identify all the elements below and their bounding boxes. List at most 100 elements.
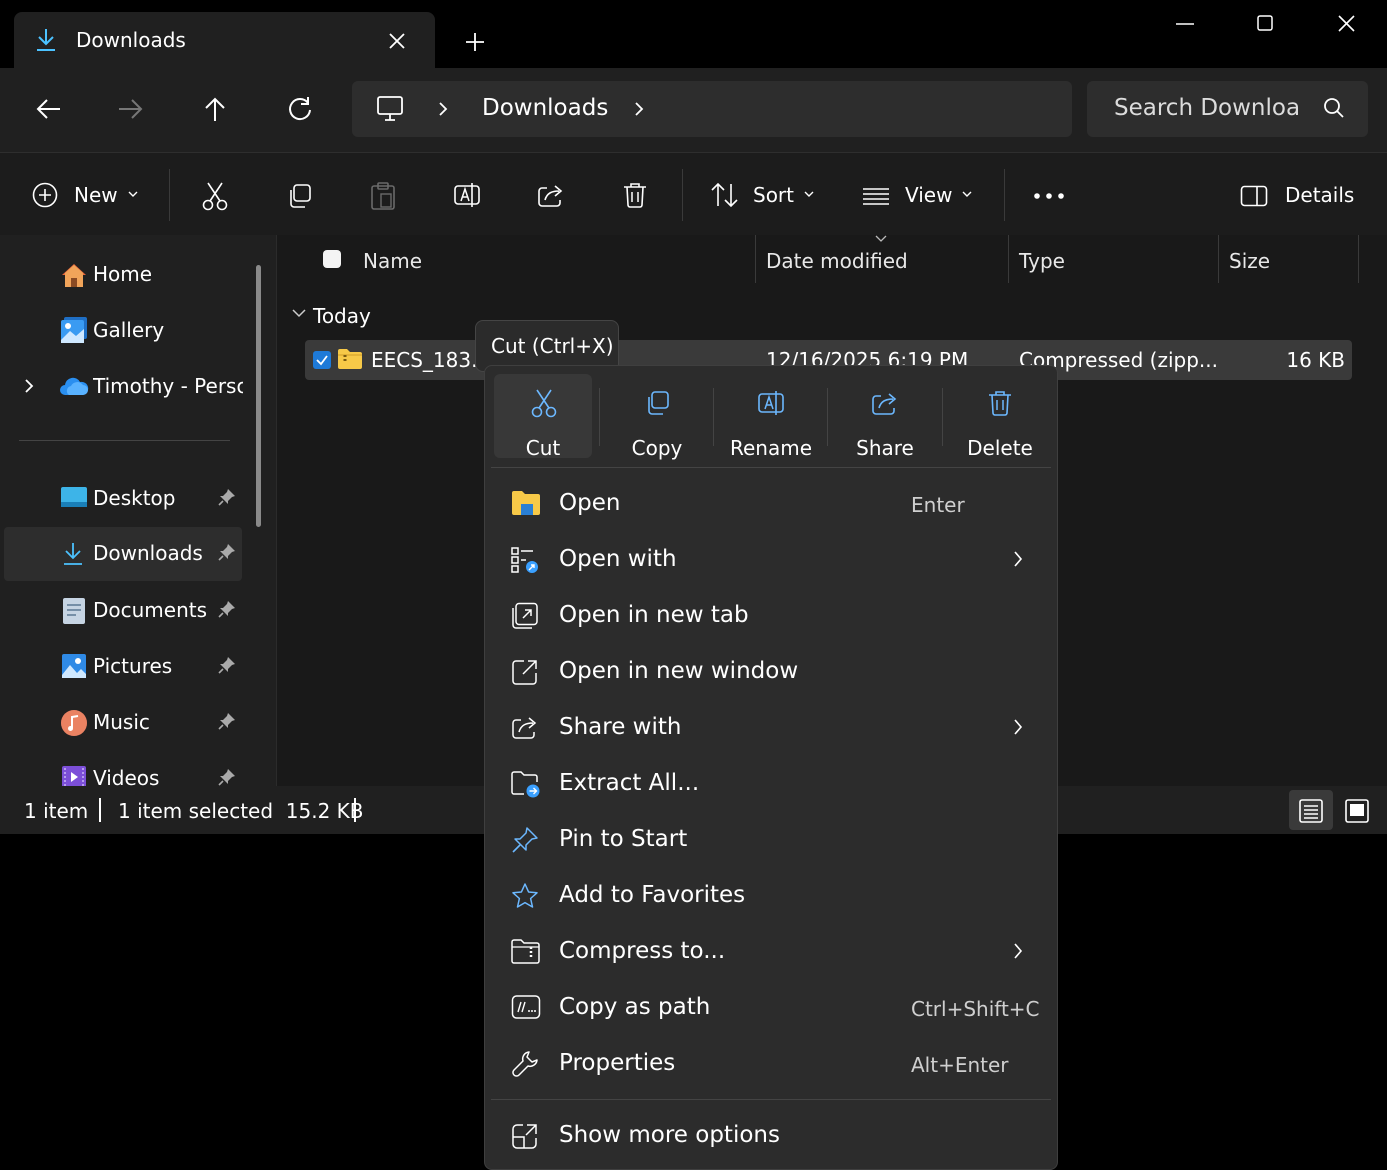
address-bar[interactable]: Downloads [352, 81, 1072, 137]
menu-item-compress-to[interactable]: Compress to... [493, 926, 1049, 978]
pin-icon[interactable] [218, 712, 236, 730]
quick-action-label: Rename [729, 436, 813, 460]
sidebar-label: Home [93, 262, 153, 286]
column-separator[interactable] [1008, 235, 1009, 283]
cut-icon [531, 388, 557, 418]
menu-item-open-new-window[interactable]: Open in new window [493, 646, 1049, 698]
menu-item-open-new-tab[interactable]: Open in new tab [493, 590, 1049, 642]
tiles-view-button[interactable] [1337, 790, 1377, 830]
copy-icon [644, 390, 670, 416]
sidebar-item-documents[interactable]: Documents [4, 584, 242, 638]
back-icon[interactable] [35, 97, 61, 121]
search-icon[interactable] [1323, 97, 1345, 119]
up-icon[interactable] [203, 96, 227, 122]
menu-item-pin-to-start[interactable]: Pin to Start [493, 814, 1049, 866]
menu-item-extract-all[interactable]: Extract All... [493, 758, 1049, 810]
menu-item-label: Properties [559, 1050, 676, 1076]
column-header-name[interactable]: Name [363, 249, 422, 273]
tab-downloads[interactable]: Downloads [14, 12, 435, 68]
breadcrumb-chevron-icon[interactable] [634, 101, 644, 117]
refresh-icon[interactable] [287, 96, 313, 122]
sidebar-item-gallery[interactable]: Gallery [4, 304, 242, 358]
select-all-checkbox[interactable] [323, 250, 341, 268]
delete-icon[interactable] [622, 181, 648, 209]
sidebar-label: Pictures [93, 654, 173, 678]
documents-icon [62, 597, 86, 625]
column-separator[interactable] [1358, 235, 1359, 283]
minimize-icon[interactable] [1176, 22, 1194, 26]
menu-item-add-to-favorites[interactable]: Add to Favorites [493, 870, 1049, 922]
menu-share-button[interactable]: Share [836, 374, 934, 460]
sort-indicator-icon [875, 235, 887, 242]
column-header-size[interactable]: Size [1229, 249, 1270, 273]
column-header-date[interactable]: Date modified [766, 249, 908, 273]
sidebar-item-music[interactable]: Music [4, 696, 242, 750]
plus-circle-icon [32, 182, 58, 208]
forward-icon[interactable] [118, 97, 144, 121]
sidebar-item-downloads[interactable]: Downloads [4, 527, 242, 581]
menu-item-open-with[interactable]: Open with [493, 534, 1049, 586]
view-button[interactable]: View [852, 167, 982, 221]
menu-cut-button[interactable]: Cut [494, 374, 592, 460]
search-box[interactable]: Search Downloa [1087, 81, 1368, 137]
share-icon[interactable] [537, 182, 565, 208]
pin-icon[interactable] [218, 600, 236, 618]
menu-item-label: Pin to Start [559, 826, 688, 852]
pin-icon[interactable] [218, 656, 236, 674]
menu-item-properties[interactable]: Properties Alt+Enter [493, 1038, 1049, 1090]
new-button[interactable]: New [20, 167, 150, 221]
menu-item-open[interactable]: Open Enter [493, 478, 1049, 530]
sidebar-item-desktop[interactable]: Desktop [4, 472, 242, 526]
paste-icon[interactable] [370, 181, 396, 211]
pin-icon[interactable] [218, 768, 236, 786]
expand-chevron-icon[interactable] [24, 378, 34, 394]
details-pane-button[interactable]: Details [1230, 167, 1370, 221]
rename-icon [757, 389, 785, 417]
maximize-icon[interactable] [1257, 15, 1273, 31]
menu-item-shortcut: Ctrl+Shift+C [911, 997, 1040, 1021]
zip-folder-icon [337, 348, 363, 370]
sidebar-item-onedrive[interactable]: Timothy - Persor [4, 360, 243, 414]
more-options-icon[interactable] [1033, 192, 1065, 200]
pin-icon[interactable] [218, 543, 236, 561]
menu-rename-button[interactable]: Rename [722, 374, 820, 460]
sidebar-scrollbar[interactable] [256, 265, 261, 527]
menu-copy-button[interactable]: Copy [608, 374, 706, 460]
column-header-type[interactable]: Type [1019, 249, 1065, 273]
sort-label: Sort [753, 183, 794, 207]
menu-item-show-more-options[interactable]: Show more options [493, 1110, 1049, 1162]
this-pc-icon[interactable] [376, 95, 404, 123]
group-header-today[interactable]: Today [313, 304, 371, 328]
copy-path-icon [511, 994, 541, 1020]
row-checkbox[interactable] [313, 351, 331, 369]
close-window-icon[interactable] [1338, 15, 1355, 32]
close-tab-icon[interactable] [388, 32, 406, 50]
home-icon [60, 262, 88, 288]
breadcrumb-chevron-icon[interactable] [438, 101, 448, 117]
menu-item-share-with[interactable]: Share with [493, 702, 1049, 754]
menu-item-copy-as-path[interactable]: Copy as path Ctrl+Shift+C [493, 982, 1049, 1034]
column-separator[interactable] [755, 235, 756, 283]
pin-icon[interactable] [218, 488, 236, 506]
new-tab-icon[interactable] [465, 32, 485, 52]
copy-icon[interactable] [286, 183, 312, 209]
quick-action-label: Cut [525, 436, 561, 460]
search-input[interactable]: Search Downloa [1114, 95, 1300, 121]
column-separator[interactable] [1218, 235, 1219, 283]
details-view-button[interactable] [1289, 790, 1333, 830]
menu-item-label: Compress to... [559, 938, 726, 964]
group-collapse-icon[interactable] [292, 309, 306, 318]
menu-separator [491, 1099, 1051, 1100]
sort-button[interactable]: Sort [700, 167, 830, 221]
breadcrumb-downloads[interactable]: Downloads [482, 95, 608, 121]
cut-icon[interactable] [202, 181, 228, 211]
music-icon [60, 709, 88, 737]
rename-icon[interactable] [453, 181, 481, 209]
menu-delete-button[interactable]: Delete [951, 374, 1049, 460]
menu-item-label: Extract All... [559, 770, 700, 796]
sidebar-label: Desktop [93, 486, 176, 510]
sidebar-item-home[interactable]: Home [4, 248, 242, 302]
sidebar-label: Gallery [93, 318, 165, 342]
sidebar-item-pictures[interactable]: Pictures [4, 640, 242, 694]
menu-item-label: Show more options [559, 1122, 780, 1148]
